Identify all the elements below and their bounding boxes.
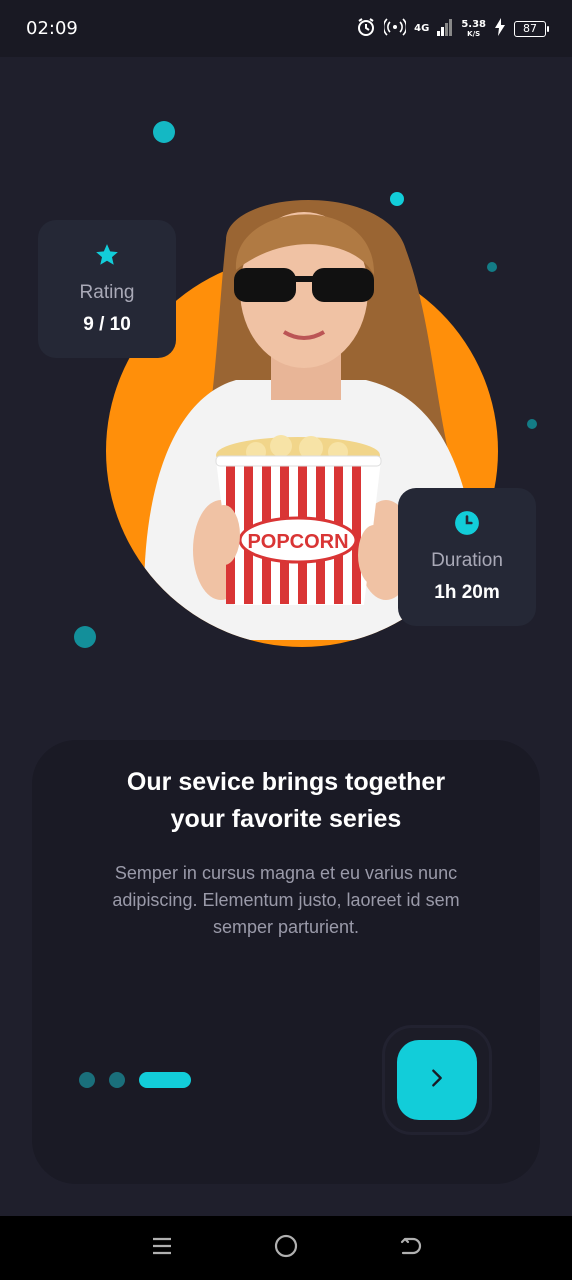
- chevron-right-icon: [426, 1067, 448, 1093]
- back-icon: [398, 1234, 422, 1262]
- popcorn-label: POPCORN: [247, 531, 348, 553]
- status-time: 02:09: [26, 18, 78, 39]
- onboarding-panel: Our sevice brings together your favorite…: [32, 740, 540, 1184]
- rating-label: Rating: [79, 282, 135, 303]
- duration-value: 1h 20m: [434, 582, 500, 603]
- duration-card: Duration 1h 20m: [398, 488, 536, 626]
- star-icon: [94, 242, 120, 272]
- status-bar: 02:09 4G 5.38 K/S 87: [0, 0, 572, 57]
- next-button[interactable]: [397, 1040, 477, 1120]
- back-button[interactable]: [390, 1228, 430, 1268]
- home-icon: [274, 1234, 298, 1262]
- page-dot-active[interactable]: [139, 1072, 191, 1088]
- onboarding-description: Semper in cursus magna et eu varius nunc…: [112, 863, 460, 937]
- rating-card: Rating 9 / 10: [38, 220, 176, 358]
- page-indicator: [79, 1072, 191, 1088]
- hotspot-icon: [382, 17, 408, 40]
- decorative-dot: [153, 121, 175, 143]
- network-type: 4G: [414, 22, 430, 34]
- battery-level: 87: [523, 22, 537, 35]
- status-icons: 4G 5.38 K/S 87: [356, 17, 549, 41]
- decorative-dot: [74, 626, 96, 648]
- home-button[interactable]: [266, 1228, 306, 1268]
- page-dot[interactable]: [109, 1072, 125, 1088]
- clock-icon: [454, 510, 480, 540]
- decorative-dot: [527, 419, 537, 429]
- onboarding-title: Our sevice brings together your favorite…: [32, 764, 540, 838]
- system-nav-bar: [0, 1216, 572, 1280]
- battery-icon: 87: [514, 20, 549, 37]
- menu-icon: [151, 1235, 173, 1261]
- onboarding-screen: 02:09 4G 5.38 K/S 87 POPCORN Rating 9 / …: [0, 0, 572, 1280]
- signal-icon: [437, 18, 453, 40]
- next-button-ring: [382, 1025, 492, 1135]
- alarm-icon: [356, 17, 376, 41]
- network-speed-unit: K/S: [467, 29, 481, 38]
- network-speed: 5.38 K/S: [461, 18, 486, 38]
- charging-icon: [494, 17, 506, 40]
- rating-value: 9 / 10: [83, 314, 131, 335]
- page-dot[interactable]: [79, 1072, 95, 1088]
- duration-label: Duration: [431, 550, 503, 571]
- network-speed-value: 5.38: [461, 18, 486, 30]
- menu-button[interactable]: [142, 1228, 182, 1268]
- onboarding-title-line2: your favorite series: [170, 805, 402, 833]
- onboarding-title-line1: Our sevice brings together: [126, 768, 446, 796]
